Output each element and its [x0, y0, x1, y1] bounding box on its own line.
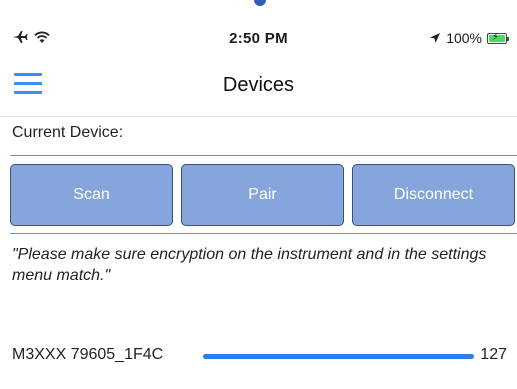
signal-strength-bar [203, 354, 474, 359]
battery-charging-icon: ⚡ [487, 31, 509, 44]
device-name: M3XXX 79605_1F4C [12, 346, 164, 363]
divider [10, 155, 517, 156]
status-bar: 2:50 PM 100% ⚡ [0, 28, 517, 52]
action-button-row: Scan Pair Disconnect [10, 164, 517, 226]
notch-indicator [254, 0, 266, 6]
charging-bolt-icon: ⚡ [492, 31, 500, 43]
disconnect-button[interactable]: Disconnect [352, 164, 515, 226]
divider [10, 233, 517, 234]
devices-screen: 2:50 PM 100% ⚡ Devices Current Device: S… [0, 0, 517, 389]
battery-percent: 100% [446, 30, 482, 46]
device-list-item[interactable]: M3XXX 79605_1F4C 127 [12, 346, 507, 368]
scan-button[interactable]: Scan [10, 164, 173, 226]
page-title: Devices [222, 74, 295, 96]
navigation-bar: Devices [0, 60, 517, 117]
signal-strength-fill [203, 354, 474, 359]
signal-value: 127 [480, 346, 507, 363]
encryption-notice: "Please make sure encryption on the inst… [12, 246, 487, 284]
battery-nub [507, 36, 509, 41]
pair-button[interactable]: Pair [181, 164, 344, 226]
status-right-icons: 100% ⚡ [429, 30, 509, 46]
current-device-label: Current Device: [12, 124, 124, 141]
location-arrow-icon [430, 33, 441, 43]
